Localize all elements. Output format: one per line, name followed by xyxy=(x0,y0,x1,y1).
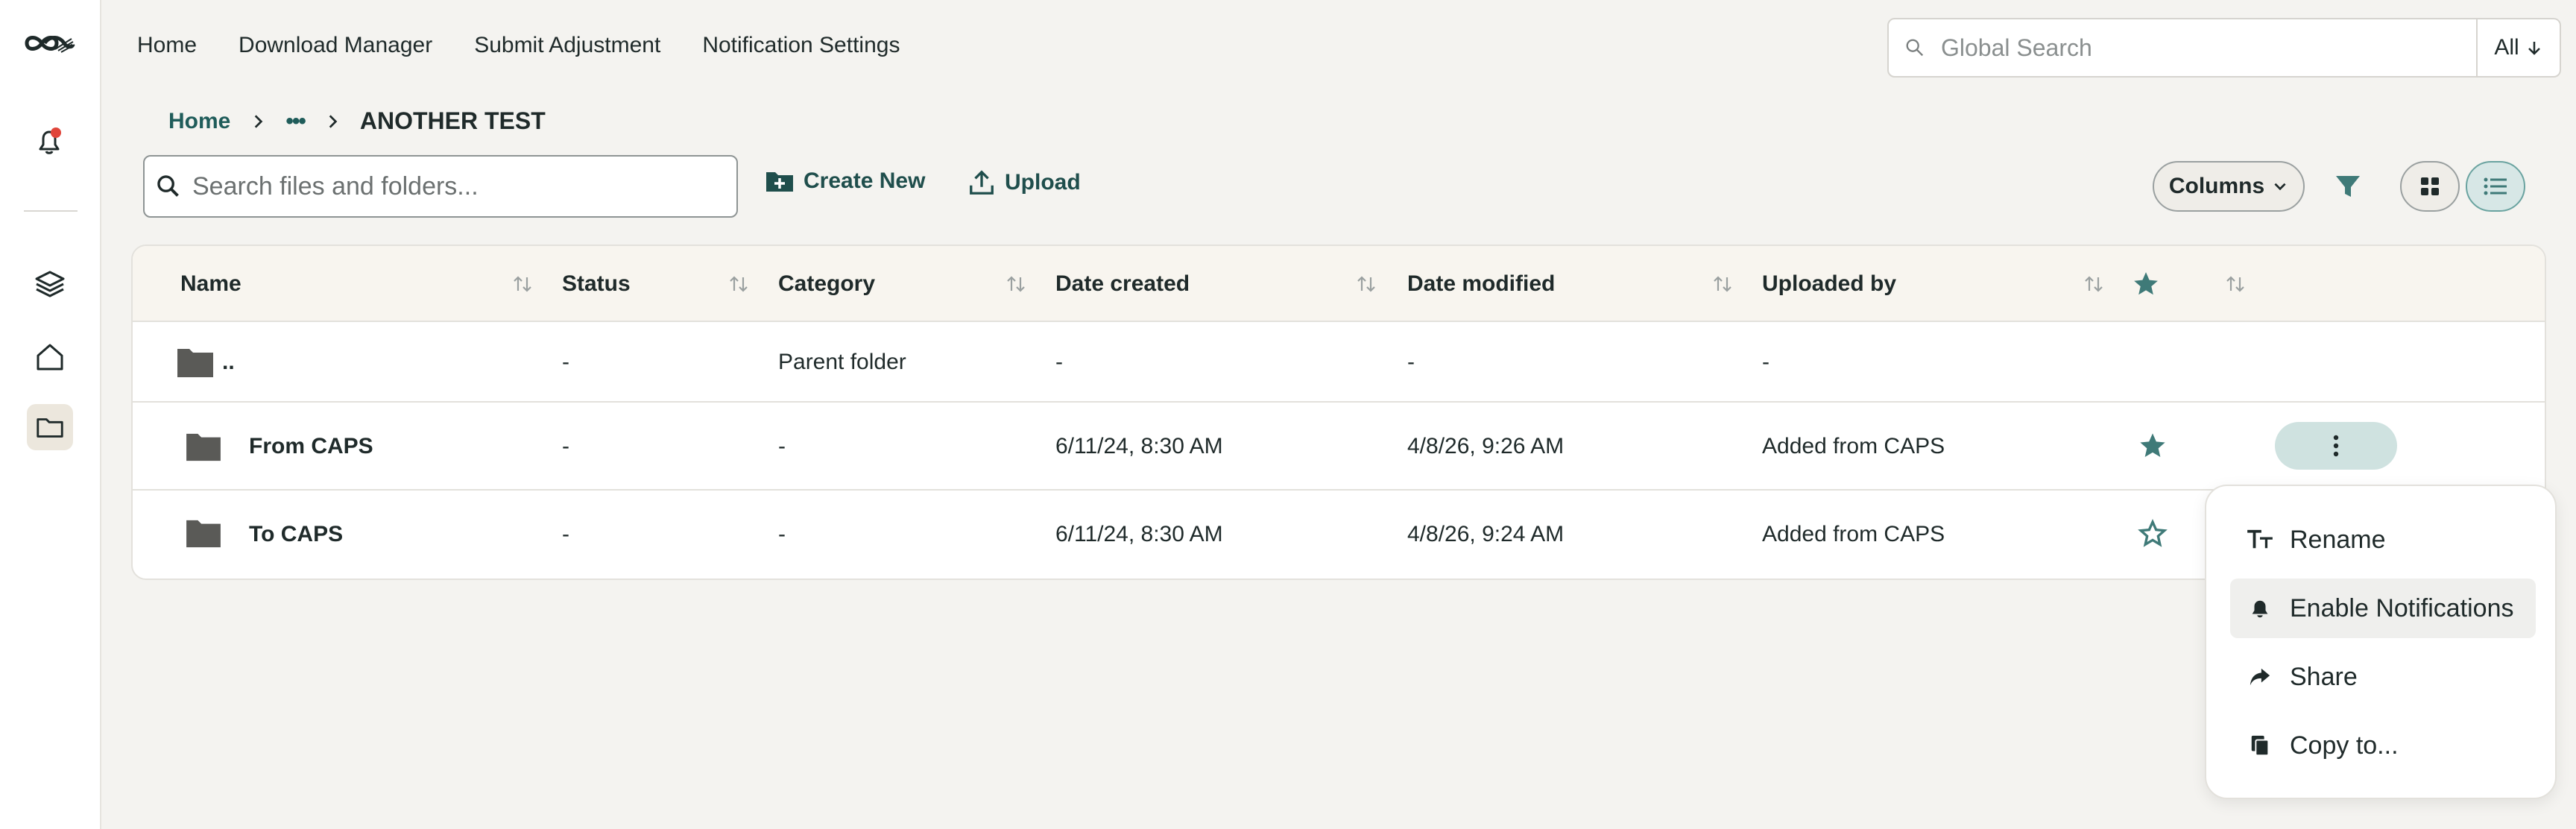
row-date-modified: 4/8/26, 9:26 AM xyxy=(1407,434,1565,458)
sort-icon[interactable] xyxy=(2224,273,2247,295)
star-outline-icon[interactable] xyxy=(2138,519,2168,549)
chevron-right-icon xyxy=(329,114,338,128)
copy-icon xyxy=(2245,731,2275,760)
row-date-created: 6/11/24, 8:30 AM xyxy=(1055,434,1223,458)
star-filled-icon[interactable] xyxy=(2132,270,2160,298)
notifications-bell-icon[interactable] xyxy=(33,125,66,158)
menu-item-label: Enable Notifications xyxy=(2290,593,2514,622)
topnav-download-manager[interactable]: Download Manager xyxy=(239,33,432,58)
menu-item-label: Copy to... xyxy=(2290,731,2399,760)
menu-item-label: Rename xyxy=(2290,525,2386,554)
row-category: - xyxy=(778,522,786,546)
top-navigation: Home Download Manager Submit Adjustment … xyxy=(137,33,900,58)
row-category: - xyxy=(778,434,786,458)
list-icon xyxy=(2484,177,2507,195)
row-name[interactable]: .. xyxy=(222,322,235,403)
topnav-submit-adjustment[interactable]: Submit Adjustment xyxy=(474,33,660,58)
file-search-input[interactable] xyxy=(192,157,736,216)
search-icon xyxy=(145,174,192,199)
row-name[interactable]: To CAPS xyxy=(249,491,343,579)
row-context-menu: Rename Enable Notifications Share Copy t… xyxy=(2205,485,2557,799)
breadcrumb-ellipsis[interactable]: ••• xyxy=(285,109,306,134)
sort-icon[interactable] xyxy=(1005,273,1027,295)
global-search: All xyxy=(1887,18,2561,78)
row-uploaded-by: - xyxy=(1762,350,1770,374)
row-uploaded-by: Added from CAPS xyxy=(1762,434,1945,458)
sort-icon[interactable] xyxy=(727,273,750,295)
menu-item-copy-to[interactable]: Copy to... xyxy=(2230,716,2536,775)
grid-view-button[interactable] xyxy=(2400,161,2460,212)
chevron-right-icon xyxy=(255,114,263,128)
table-row[interactable]: From CAPS - - 6/11/24, 8:30 AM 4/8/26, 9… xyxy=(133,403,2545,491)
folder-icon[interactable] xyxy=(27,404,73,450)
home-icon[interactable] xyxy=(27,334,73,380)
row-date-modified: - xyxy=(1407,350,1415,374)
column-header-uploaded-by[interactable]: Uploaded by xyxy=(1762,246,1896,322)
search-icon xyxy=(1889,37,1941,58)
breadcrumb-current: ANOTHER TEST xyxy=(359,107,546,134)
row-date-created: 6/11/24, 8:30 AM xyxy=(1055,522,1223,546)
folder-icon xyxy=(186,520,221,548)
create-new-label: Create New xyxy=(804,168,926,193)
file-search xyxy=(143,155,738,218)
layers-icon[interactable] xyxy=(27,261,73,307)
text-format-icon xyxy=(2245,525,2275,555)
bell-icon xyxy=(2245,593,2275,623)
columns-label: Columns xyxy=(2168,174,2265,198)
row-uploaded-by: Added from CAPS xyxy=(1762,522,1945,546)
grid-icon xyxy=(2421,177,2439,195)
search-scope-label: All xyxy=(2494,35,2519,60)
menu-item-share[interactable]: Share xyxy=(2230,647,2536,707)
breadcrumb: Home ••• ANOTHER TEST xyxy=(168,107,546,135)
chevron-down-icon xyxy=(2274,183,2286,191)
row-date-created: - xyxy=(1055,350,1063,374)
menu-item-rename[interactable]: Rename xyxy=(2230,510,2536,570)
filter-icon xyxy=(2336,176,2360,197)
menu-item-label: Share xyxy=(2290,662,2358,691)
global-search-input[interactable] xyxy=(1941,19,2476,76)
upload-label: Upload xyxy=(1005,170,1081,195)
share-arrow-icon xyxy=(2245,662,2275,692)
list-view-button[interactable] xyxy=(2466,161,2525,212)
sort-icon[interactable] xyxy=(2083,273,2105,295)
column-header-category[interactable]: Category xyxy=(778,246,875,322)
folder-icon xyxy=(186,433,221,461)
files-table: Name Status Category Date created Date m… xyxy=(131,245,2546,580)
row-category: Parent folder xyxy=(778,350,906,374)
table-row[interactable]: To CAPS - - 6/11/24, 8:30 AM 4/8/26, 9:2… xyxy=(133,491,2545,579)
sort-icon[interactable] xyxy=(511,273,534,295)
search-scope-select[interactable]: All xyxy=(2476,19,2560,76)
topnav-notification-settings[interactable]: Notification Settings xyxy=(702,33,900,58)
row-status: - xyxy=(562,522,569,546)
rail-divider xyxy=(24,210,78,212)
sort-icon[interactable] xyxy=(1711,273,1734,295)
columns-button[interactable]: Columns xyxy=(2153,161,2305,212)
row-status: - xyxy=(562,434,569,458)
row-status: - xyxy=(562,350,569,374)
menu-item-enable-notifications[interactable]: Enable Notifications xyxy=(2230,579,2536,638)
filter-button[interactable] xyxy=(2330,168,2366,204)
topnav-home[interactable]: Home xyxy=(137,33,197,58)
arrow-down-icon xyxy=(2528,42,2540,55)
column-header-date-modified[interactable]: Date modified xyxy=(1407,246,1555,322)
create-new-button[interactable]: Create New xyxy=(765,168,925,194)
column-header-status[interactable]: Status xyxy=(562,246,631,322)
row-name[interactable]: From CAPS xyxy=(249,403,373,491)
row-date-modified: 4/8/26, 9:24 AM xyxy=(1407,522,1565,546)
app-logo-icon[interactable] xyxy=(22,30,76,57)
folder-plus-icon xyxy=(766,172,793,192)
column-header-name[interactable]: Name xyxy=(180,246,242,322)
table-header: Name Status Category Date created Date m… xyxy=(133,246,2545,322)
star-filled-icon[interactable] xyxy=(2138,431,2168,461)
row-actions-button[interactable] xyxy=(2275,422,2397,470)
upload-icon xyxy=(970,170,994,195)
more-vertical-icon xyxy=(2333,435,2339,457)
sort-icon[interactable] xyxy=(1355,273,1377,295)
left-rail xyxy=(0,0,101,829)
breadcrumb-home[interactable]: Home xyxy=(168,109,230,134)
table-row[interactable]: .. - Parent folder - - - xyxy=(133,322,2545,403)
column-header-date-created[interactable]: Date created xyxy=(1055,246,1190,322)
folder-icon xyxy=(177,349,213,377)
upload-button[interactable]: Upload xyxy=(967,168,1081,197)
